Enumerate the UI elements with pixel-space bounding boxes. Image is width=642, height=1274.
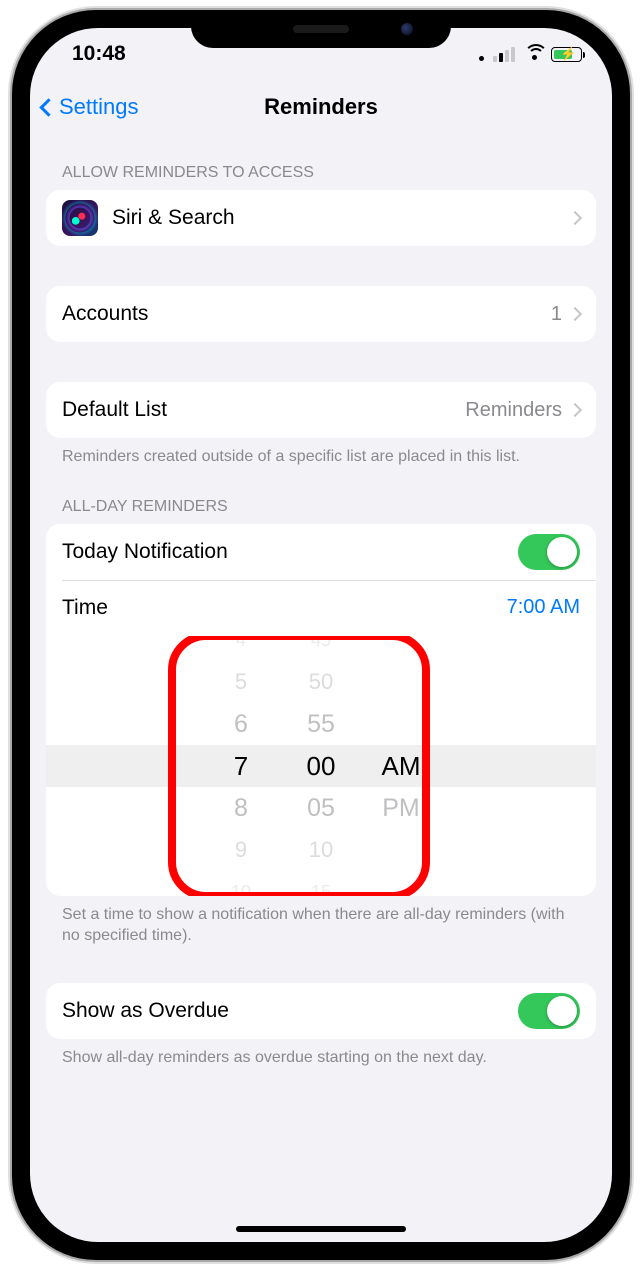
picker-col-ampm[interactable]: AM PM xyxy=(361,636,441,896)
section-header-allday: ALL-DAY REMINDERS xyxy=(46,468,596,524)
notch xyxy=(191,10,451,48)
picker-item: 15 xyxy=(281,871,361,896)
picker-col-hour[interactable]: 4 5 6 7 8 9 10 xyxy=(201,636,281,896)
picker-col-minute[interactable]: 45 50 55 00 05 10 15 xyxy=(281,636,361,896)
picker-item-selected: 7 xyxy=(201,745,281,787)
picker-item: 50 xyxy=(281,661,361,703)
row-label: Accounts xyxy=(62,302,551,326)
row-value: 1 xyxy=(551,303,562,326)
row-label: Show as Overdue xyxy=(62,999,518,1023)
chevron-right-icon xyxy=(568,403,582,417)
row-value: Reminders xyxy=(465,399,562,422)
status-time: 10:48 xyxy=(72,42,126,66)
screen: 10:48 ⚡ Settings Reminders ALLOW REMINDE… xyxy=(30,28,612,1242)
row-label: Default List xyxy=(62,398,465,422)
chevron-left-icon xyxy=(39,98,57,116)
row-label: Siri & Search xyxy=(112,206,570,230)
group-overdue: Show as Overdue xyxy=(46,983,596,1039)
row-label: Time xyxy=(62,596,507,620)
picker-item: PM xyxy=(361,787,441,829)
row-time[interactable]: Time 7:00 AM xyxy=(46,580,596,636)
time-picker: 4 5 6 7 8 9 10 45 xyxy=(201,636,441,896)
picker-item: 8 xyxy=(201,787,281,829)
toggle-switch[interactable] xyxy=(518,534,580,570)
wifi-icon xyxy=(524,47,544,62)
picker-item: 10 xyxy=(201,871,281,896)
group-access: Siri & Search xyxy=(46,190,596,246)
back-button[interactable]: Settings xyxy=(42,94,139,120)
picker-item-selected: AM xyxy=(361,745,441,787)
siri-icon xyxy=(62,200,98,236)
picker-item-selected: 00 xyxy=(281,745,361,787)
row-today-notification[interactable]: Today Notification xyxy=(46,524,596,580)
back-label: Settings xyxy=(59,94,139,120)
toggle-switch[interactable] xyxy=(518,993,580,1029)
cellular-dot-icon xyxy=(479,56,484,61)
cellular-icon xyxy=(493,47,515,62)
group-default-list: Default List Reminders xyxy=(46,382,596,438)
chevron-right-icon xyxy=(568,307,582,321)
status-icons: ⚡ xyxy=(479,47,582,62)
row-value: 7:00 AM xyxy=(507,596,580,619)
row-siri-search[interactable]: Siri & Search xyxy=(46,190,596,246)
picker-item: 9 xyxy=(201,829,281,871)
row-default-list[interactable]: Default List Reminders xyxy=(46,382,596,438)
row-accounts[interactable]: Accounts 1 xyxy=(46,286,596,342)
speaker xyxy=(293,25,349,33)
home-indicator[interactable] xyxy=(236,1226,406,1232)
nav-bar: Settings Reminders xyxy=(30,80,612,134)
picker-item: 45 xyxy=(281,636,361,661)
row-show-as-overdue[interactable]: Show as Overdue xyxy=(46,983,596,1039)
chevron-right-icon xyxy=(568,211,582,225)
group-accounts: Accounts 1 xyxy=(46,286,596,342)
picker-item: 10 xyxy=(281,829,361,871)
page-title: Reminders xyxy=(264,94,378,120)
picker-item: 6 xyxy=(201,703,281,745)
row-time-picker: 4 5 6 7 8 9 10 45 xyxy=(46,636,596,896)
battery-icon: ⚡ xyxy=(551,47,582,62)
section-footer-overdue: Show all-day reminders as overdue starti… xyxy=(46,1039,596,1069)
section-footer-allday: Set a time to show a notification when t… xyxy=(46,896,596,947)
picker-item: 4 xyxy=(201,636,281,661)
row-label: Today Notification xyxy=(62,540,518,564)
picker-item: 5 xyxy=(201,661,281,703)
iphone-frame: 10:48 ⚡ Settings Reminders ALLOW REMINDE… xyxy=(12,10,630,1260)
settings-content: ALLOW REMINDERS TO ACCESS Siri & Search … xyxy=(30,134,612,1068)
front-camera xyxy=(401,23,413,35)
section-header-access: ALLOW REMINDERS TO ACCESS xyxy=(46,134,596,190)
picker-item: 55 xyxy=(281,703,361,745)
group-allday: Today Notification Time 7:00 AM 4 5 xyxy=(46,524,596,896)
section-footer-default-list: Reminders created outside of a specific … xyxy=(46,438,596,468)
picker-item: 05 xyxy=(281,787,361,829)
